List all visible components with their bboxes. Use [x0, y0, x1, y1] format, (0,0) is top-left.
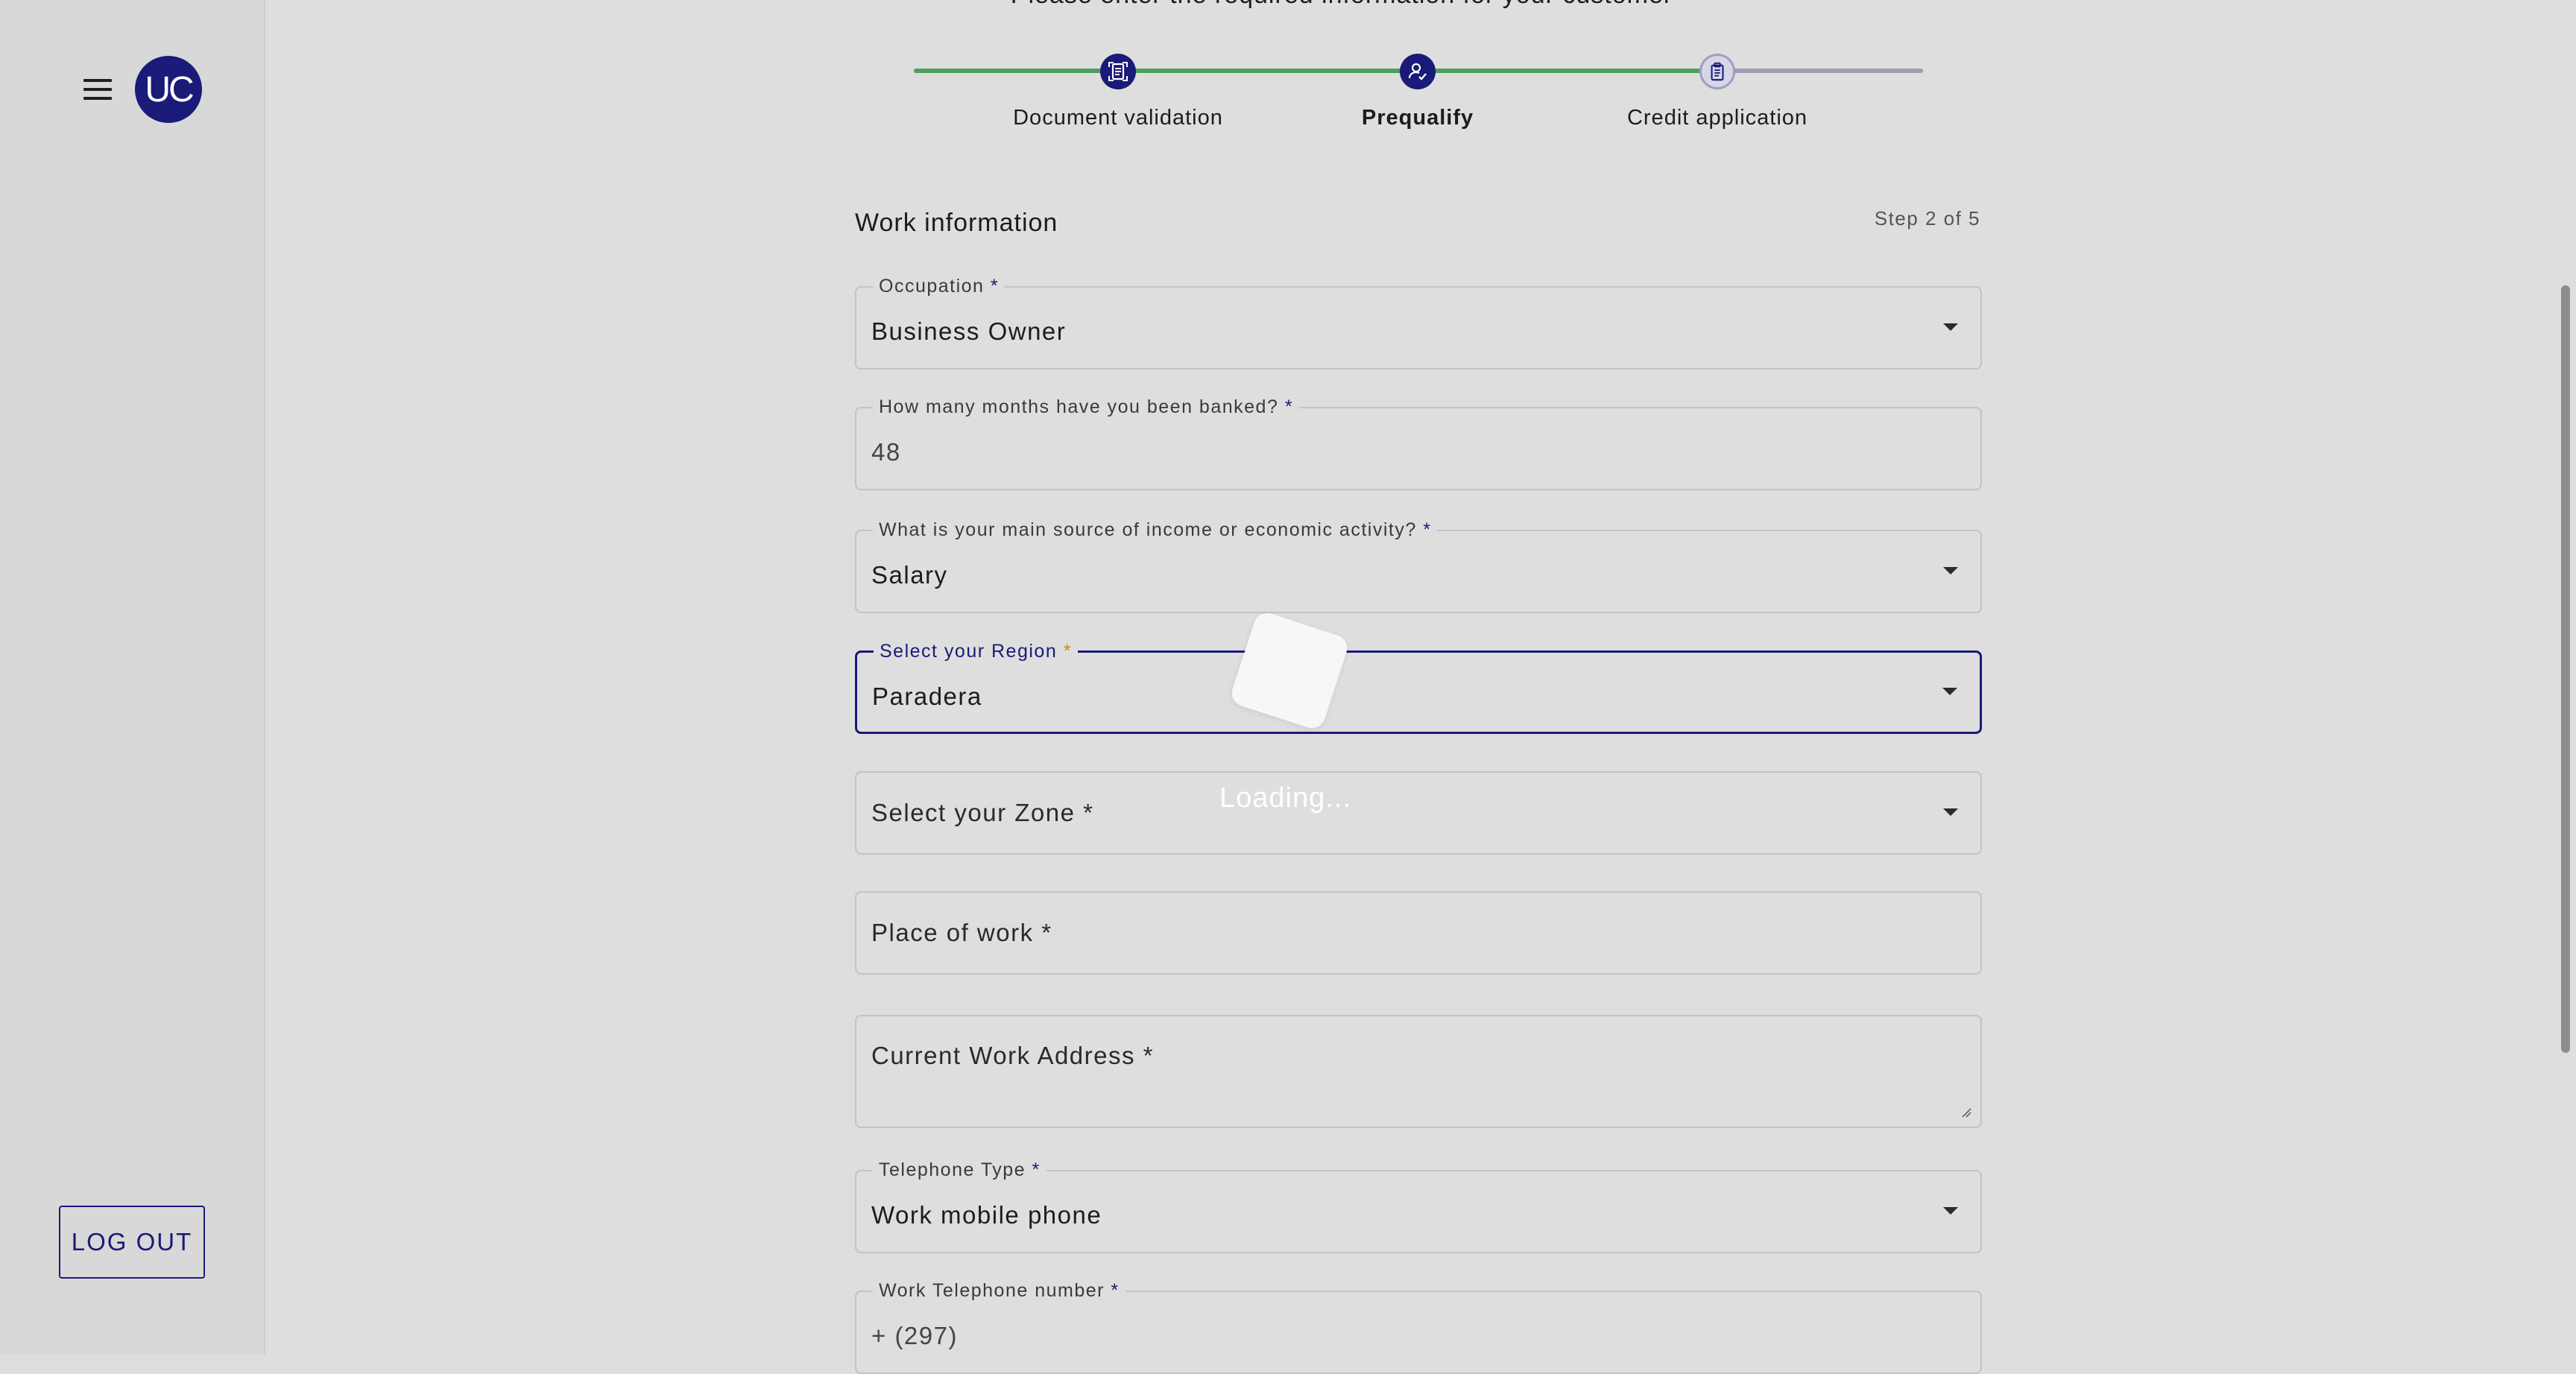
- region-value: Paradera: [872, 683, 982, 710]
- zone-placeholder: Select your Zone *: [871, 799, 1094, 826]
- stepper-track-completed: [914, 69, 1717, 73]
- income-source-select[interactable]: What is your main source of income or ec…: [855, 519, 1982, 613]
- loading-text: Loading...: [1219, 782, 1351, 814]
- sidebar: UC LOG OUT: [0, 0, 265, 1355]
- dropdown-arrow-icon: [1943, 808, 1958, 816]
- section-title: Work information: [855, 209, 1058, 237]
- logout-button[interactable]: LOG OUT: [59, 1206, 205, 1279]
- dropdown-arrow-icon: [1943, 567, 1958, 574]
- progress-stepper: Document validation Prequalify Credit ap…: [914, 45, 1923, 142]
- occupation-value: Business Owner: [871, 317, 1067, 345]
- step-counter: Step 2 of 5: [1874, 207, 1980, 229]
- clipboard-icon: [1699, 54, 1735, 89]
- dropdown-arrow-icon: [1943, 1207, 1958, 1215]
- telephone-type-select[interactable]: Telephone Type * Work mobile phone: [855, 1159, 1982, 1253]
- work-address-placeholder: Current Work Address *: [871, 1042, 1155, 1069]
- place-of-work-placeholder: Place of work *: [871, 919, 1052, 946]
- dropdown-arrow-icon: [1943, 323, 1958, 331]
- page-instruction: Please enter the required information fo…: [894, 0, 1789, 10]
- occupation-label: Occupation *: [873, 276, 1006, 297]
- dropdown-arrow-icon: [1942, 688, 1957, 695]
- step-label-prequalify: Prequalify: [1361, 106, 1474, 130]
- resize-handle-icon[interactable]: [1961, 1107, 1972, 1118]
- user-avatar[interactable]: UC: [135, 56, 202, 123]
- months-banked-input[interactable]: How many months have you been banked? * …: [855, 396, 1982, 490]
- work-phone-label: Work Telephone number *: [873, 1280, 1126, 1302]
- step-label-document-validation: Document validation: [1013, 106, 1223, 130]
- months-banked-value: 48: [871, 438, 901, 466]
- page-scrollbar[interactable]: [2561, 285, 2570, 1053]
- months-banked-label: How many months have you been banked? *: [873, 396, 1300, 418]
- zone-select[interactable]: Select your Zone *: [855, 771, 1982, 855]
- region-select[interactable]: Select your Region * Paradera: [855, 641, 1982, 734]
- region-label: Select your Region *: [874, 641, 1078, 662]
- occupation-select[interactable]: Occupation * Business Owner: [855, 276, 1982, 370]
- stepper-track-pending: [1717, 69, 1923, 73]
- work-address-textarea[interactable]: Current Work Address *: [855, 1015, 1982, 1128]
- document-scan-icon: [1100, 54, 1136, 89]
- income-source-value: Salary: [871, 561, 948, 589]
- place-of-work-input[interactable]: Place of work *: [855, 891, 1982, 975]
- work-phone-input[interactable]: Work Telephone number * + (297): [855, 1280, 1982, 1374]
- telephone-type-label: Telephone Type *: [873, 1159, 1046, 1181]
- hamburger-menu-icon[interactable]: [82, 75, 115, 104]
- user-check-icon: [1400, 54, 1436, 89]
- step-label-credit-application: Credit application: [1626, 106, 1808, 130]
- telephone-type-value: Work mobile phone: [871, 1201, 1102, 1229]
- income-source-label: What is your main source of income or ec…: [873, 519, 1438, 541]
- work-phone-value: + (297): [871, 1322, 958, 1349]
